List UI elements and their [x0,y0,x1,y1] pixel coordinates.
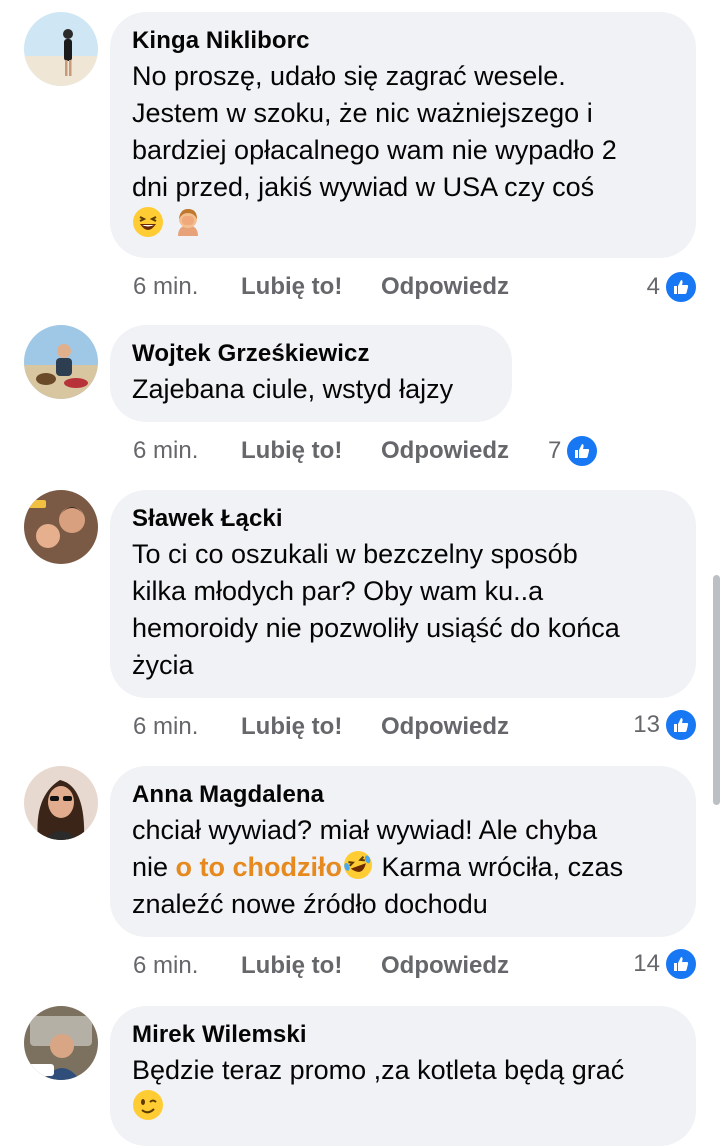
reaction-count: 13 [633,711,660,738]
thumbs-up-icon [664,708,698,742]
comment-author[interactable]: Anna Magdalena [132,778,674,812]
comment-text: chciał wywiad? miał wywiad! Ale chyba ni… [132,815,624,919]
comment-actions: 6 min. Lubię to! Odpowiedz [133,267,509,307]
reaction-count: 4 [646,273,660,300]
comment-author[interactable]: Mirek Wilemski [132,1018,674,1052]
reaction-count: 14 [633,950,660,977]
comment-author[interactable]: Sławek Łącki [132,502,674,536]
highlighted-text[interactable]: o to chodziło [176,852,342,882]
comment-bubble: Wojtek Grześkiewicz Zajebana ciule, wsty… [110,325,512,422]
like-button[interactable]: Lubię to! [241,707,381,747]
reaction-summary[interactable]: 7 [548,431,600,471]
like-button[interactable]: Lubię to! [241,431,381,471]
thumbs-up-icon [664,270,698,304]
comment-actions: 6 min. Lubię to! Odpowiedz [133,431,509,471]
comment-text: To ci co oszukali w bezczelny sposób kil… [132,539,620,680]
comment-bubble: Kinga Nikliborc No proszę, udało się zag… [110,12,696,258]
avatar[interactable] [24,325,98,399]
winking-emoji-icon [133,1090,163,1120]
comment-actions: 6 min. Lubię to! Odpowiedz [133,707,509,747]
comment-bubble: Mirek Wilemski Będzie teraz promo ,za ko… [110,1006,696,1146]
comment-text: Będzie teraz promo ,za kotleta będą grać [132,1052,674,1126]
scrollbar[interactable] [713,575,720,805]
reply-button[interactable]: Odpowiedz [381,946,509,986]
rolling-laughing-emoji-icon [344,851,373,880]
comment-author[interactable]: Kinga Nikliborc [132,24,674,58]
comment-timestamp[interactable]: 6 min. [133,267,241,307]
comment-text: Zajebana ciule, wstyd łajzy [132,374,454,404]
reply-button[interactable]: Odpowiedz [381,267,509,307]
avatar[interactable] [24,490,98,564]
comment-timestamp[interactable]: 6 min. [133,946,241,986]
like-button[interactable]: Lubię to! [241,267,381,307]
avatar[interactable] [24,766,98,840]
thumbs-up-icon [565,434,600,468]
laughing-emoji-icon [133,207,163,237]
comment-author[interactable]: Wojtek Grześkiewicz [132,337,490,371]
like-button[interactable]: Lubię to! [241,946,381,986]
comment-bubble: Anna Magdalena chciał wywiad? miał wywia… [110,766,696,937]
reply-button[interactable]: Odpowiedz [381,707,509,747]
facepalm-emoji-icon [177,209,198,236]
reaction-summary[interactable]: 4 [647,267,698,307]
comment-text: No proszę, udało się zagrać wesele. Jest… [132,58,674,243]
comment-bubble: Sławek Łącki To ci co oszukali w bezczel… [110,490,696,698]
comment-timestamp[interactable]: 6 min. [133,431,241,471]
reply-button[interactable]: Odpowiedz [381,431,509,471]
reaction-summary[interactable]: 13 [633,705,698,745]
comment-timestamp[interactable]: 6 min. [133,707,241,747]
avatar[interactable] [24,12,98,86]
thumbs-up-icon [664,947,698,981]
avatar[interactable] [24,1006,98,1080]
reaction-summary[interactable]: 14 [633,944,698,984]
comment-actions: 6 min. Lubię to! Odpowiedz [133,946,509,986]
reaction-count: 7 [548,437,562,464]
